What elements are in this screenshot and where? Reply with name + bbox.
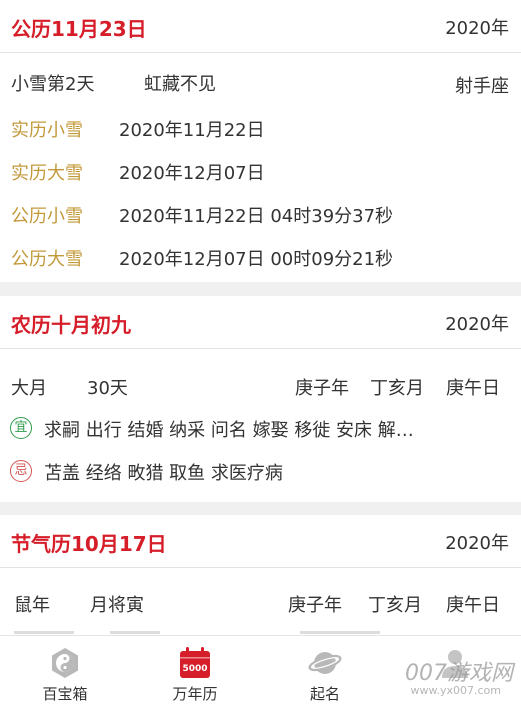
month-general: 月将寅 — [90, 595, 144, 616]
month-days: 30天 — [87, 378, 128, 399]
tab-naming[interactable]: 起名 — [260, 636, 390, 707]
tab-label: 万年历 — [172, 685, 218, 703]
term-row-label: 公历小雪 — [11, 206, 83, 227]
planet-icon — [308, 652, 342, 674]
ji-icon: 忌 — [10, 460, 32, 482]
term-row-value: 2020年12月07日 00时09分21秒 — [119, 249, 394, 270]
month-size: 大月 — [11, 378, 47, 399]
lunar-card: 农历十月初九 2020年 大月 30天 庚子年 丁亥月 庚午日 宜 求嗣 出行 … — [0, 296, 521, 502]
ganzhi-month: 丁亥月 — [370, 378, 424, 399]
solar-term-day: 小雪第2天 — [11, 74, 95, 95]
jieqi-year: 2020年 — [445, 533, 509, 554]
site-watermark: 007游戏网 — [405, 661, 513, 686]
term-row-label: 实历大雪 — [11, 163, 83, 184]
term-row-label: 实历小雪 — [11, 120, 83, 141]
jieqi-card: 节气历10月17日 2020年 鼠年 月将寅 庚子年 丁亥月 庚午日 — [0, 515, 521, 635]
tab-calendar[interactable]: 5000 万年历 — [130, 636, 260, 707]
jieqi-title: 节气历10月17日 — [11, 532, 167, 556]
taiji-icon — [52, 648, 78, 678]
site-watermark-url: www.yx007.com — [410, 684, 501, 697]
gregorian-title: 公历11月23日 — [11, 17, 147, 41]
gregorian-header: 公历11月23日 2020年 — [0, 0, 521, 53]
calendar-icon: 5000 — [180, 647, 210, 678]
clipped-text-fragment — [14, 631, 74, 634]
lunar-title: 农历十月初九 — [11, 313, 131, 337]
term-row-value: 2020年11月22日 — [119, 120, 265, 141]
calendar-badge: 5000 — [182, 664, 207, 674]
animal-year: 鼠年 — [14, 595, 50, 616]
phenology-text: 虹藏不见 — [144, 74, 216, 95]
lunar-year: 2020年 — [445, 314, 509, 335]
yi-activities[interactable]: 求嗣 出行 结婚 纳采 问名 嫁娶 移徙 安床 解… — [44, 416, 414, 442]
term-row-value: 2020年12月07日 — [119, 163, 265, 184]
clipped-next-row — [0, 625, 521, 635]
ji-activities[interactable]: 苫盖 经络 畋猎 取鱼 求医疗病 — [44, 459, 283, 485]
ganzhi-day: 庚午日 — [446, 378, 500, 399]
yi-icon: 宜 — [10, 417, 32, 439]
zodiac-sign: 射手座 — [455, 76, 509, 97]
lunar-header: 农历十月初九 2020年 — [0, 296, 521, 349]
tab-label: 百宝箱 — [42, 685, 88, 703]
term-row-value: 2020年11月22日 04时39分37秒 — [119, 206, 394, 227]
jieqi-ganzhi-month: 丁亥月 — [368, 595, 422, 616]
jieqi-ganzhi-day: 庚午日 — [446, 595, 500, 616]
jieqi-ganzhi-year: 庚子年 — [288, 595, 342, 616]
term-row-label: 公历大雪 — [11, 249, 83, 270]
clipped-text-fragment — [110, 631, 160, 634]
tab-treasure-box[interactable]: 百宝箱 — [0, 636, 130, 707]
jieqi-header: 节气历10月17日 2020年 — [0, 515, 521, 568]
ganzhi-year: 庚子年 — [295, 378, 349, 399]
clipped-text-fragment — [300, 631, 380, 634]
tab-label: 起名 — [309, 685, 340, 703]
gregorian-year: 2020年 — [445, 18, 509, 39]
gregorian-card: 公历11月23日 2020年 小雪第2天 虹藏不见 射手座 实历小雪 2020年… — [0, 0, 521, 282]
